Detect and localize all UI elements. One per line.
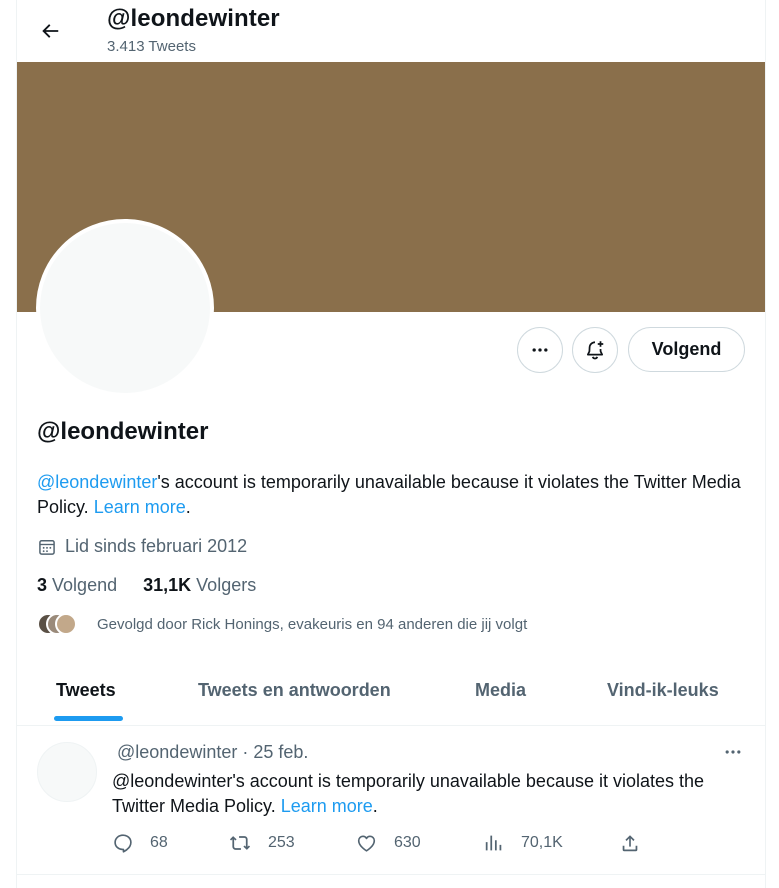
follow-stats: 3 Volgend 31,1K Volgers [37,575,256,596]
retweet-icon [229,836,251,850]
bio-end: . [185,497,191,517]
views-count: 70,1K [521,834,563,851]
tab-tweets-and-replies[interactable]: Tweets en antwoorden [198,680,391,701]
tweet-actions: 68 253 630 70,1K [0,832,779,860]
share-icon [622,835,638,852]
joined-date: Lid sinds februari 2012 [37,536,247,557]
tweet-text: @leondewinter's account is temporarily u… [112,769,742,819]
reply-button[interactable]: 68 [112,832,168,854]
like-count: 630 [394,834,421,851]
joined-text: Lid sinds februari 2012 [65,536,248,556]
header-handle: @leondewinter [107,5,280,32]
views-chart-icon [485,835,502,851]
profile-name: @leondewinter [37,418,209,445]
like-button[interactable]: 630 [355,832,421,854]
followers-label: Volgers [196,575,257,595]
mutual-avatars [37,612,81,636]
tweet-handle[interactable]: @leondewinter [117,742,237,762]
followers-stat[interactable]: 31,1K Volgers [143,575,256,596]
more-dots-icon [532,348,548,352]
followers-count: 31,1K [143,575,192,595]
retweet-count: 253 [268,834,295,851]
bio-handle-link[interactable]: @leondewinter [37,472,157,492]
bio-learn-more-link[interactable]: Learn more [94,497,186,517]
header-tweet-count: 3.413 Tweets [107,38,196,55]
followed-by[interactable]: Gevolgd door Rick Honings, evakeuris en … [37,612,527,636]
mutual-avatar [55,613,77,635]
tweet-date[interactable]: 25 feb. [253,742,308,762]
back-button[interactable] [33,14,67,48]
retweet-button[interactable]: 253 [228,832,295,854]
more-button[interactable] [517,327,563,373]
tweet-avatar[interactable] [37,742,97,802]
tweet-learn-more-link[interactable]: Learn more [281,796,373,816]
arrow-left-icon [42,24,59,38]
tweet-body: @leondewinter's account is temporarily u… [112,771,705,816]
tab-media[interactable]: Media [475,680,526,701]
following-count: 3 [37,575,48,595]
share-button[interactable] [619,832,641,854]
bell-plus-icon [586,341,604,360]
tweet-separator: · [237,742,254,762]
active-tab-indicator [54,716,123,721]
reply-count: 68 [150,834,168,851]
tweet-meta: @leondewinter · 25 feb. [117,742,308,763]
following-button[interactable]: Volgend [628,327,745,372]
tab-likes[interactable]: Vind-ik-leuks [607,680,719,701]
heart-icon [357,835,376,852]
tweet-end: . [372,796,378,816]
profile-bio: @leondewinter's account is temporarily u… [37,470,752,520]
profile-tabs: Tweets Tweets en antwoorden Media Vind-i… [17,662,765,726]
profile-avatar[interactable] [36,219,214,397]
tab-tweets[interactable]: Tweets [56,680,116,701]
followed-by-text: Gevolgd door Rick Honings, evakeuris en … [97,615,528,633]
tweet-more-button[interactable] [718,740,748,764]
views-button[interactable]: 70,1K [483,832,563,854]
more-dots-icon [725,750,741,754]
divider [17,874,765,875]
following-label: Volgend [52,575,118,595]
following-stat[interactable]: 3 Volgend [37,575,117,596]
reply-icon [114,834,132,853]
calendar-icon [39,539,55,555]
notify-button[interactable] [572,327,618,373]
